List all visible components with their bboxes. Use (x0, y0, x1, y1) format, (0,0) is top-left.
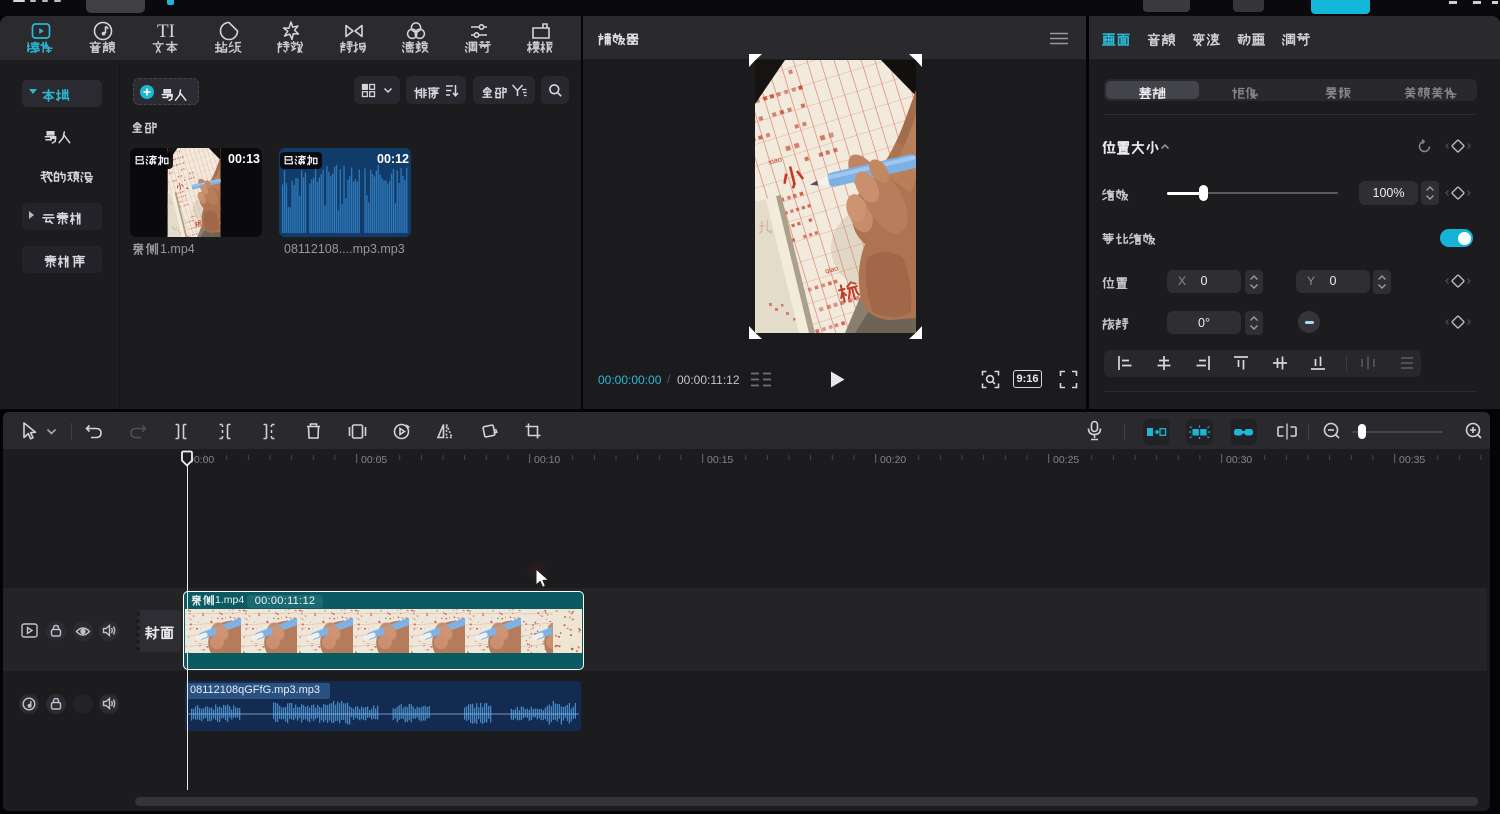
svg-text:00:10: 00:10 (534, 454, 560, 466)
svg-text:00:15: 00:15 (707, 454, 733, 466)
svg-text:00:25: 00:25 (1053, 454, 1079, 466)
svg-text:00:35: 00:35 (1399, 454, 1425, 466)
svg-text:TI: TI (157, 21, 175, 42)
svg-text:00:05: 00:05 (361, 454, 387, 466)
svg-text:00:30: 00:30 (1226, 454, 1252, 466)
svg-text:00:20: 00:20 (880, 454, 906, 466)
